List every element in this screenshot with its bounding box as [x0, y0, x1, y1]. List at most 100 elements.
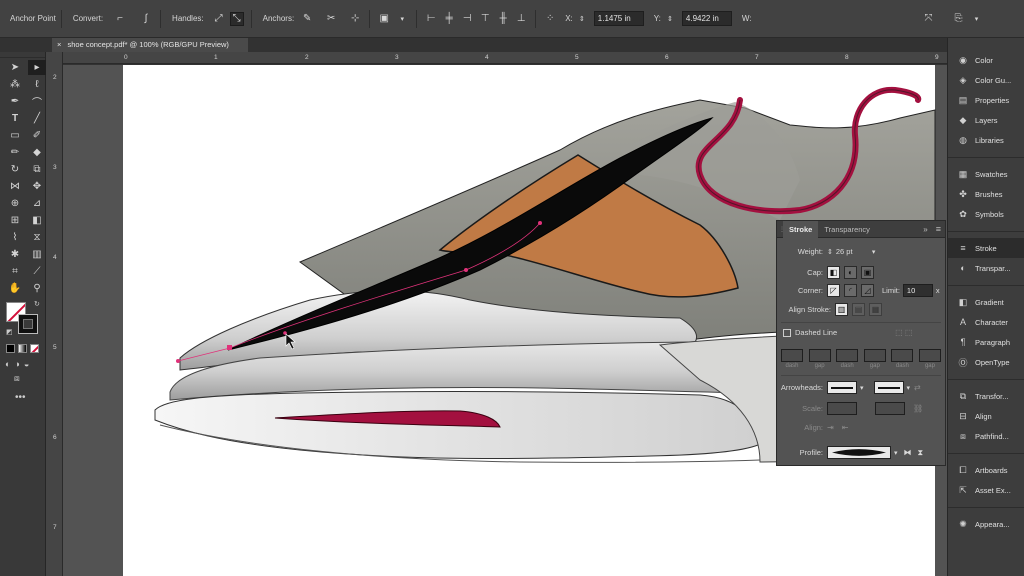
shape-builder-tool-icon[interactable]: ⊕ [6, 196, 24, 211]
align-left-icon[interactable]: ⊢ [424, 12, 438, 26]
show-handles-icon[interactable]: ⤢ [212, 12, 226, 26]
artboard-tool-icon[interactable]: ⌗ [6, 264, 24, 279]
dash-field-3[interactable] [891, 349, 914, 362]
cut-path-icon[interactable]: ✂ [324, 12, 338, 26]
chevron-down-icon[interactable]: ▾ [907, 384, 911, 392]
slice-tool-icon[interactable]: ⟋ [28, 264, 46, 279]
dock-color-guide[interactable]: ◈ Color Gu... [948, 70, 1024, 90]
round-cap-icon[interactable]: ◐ [844, 266, 857, 279]
lasso-tool-icon[interactable]: ℓ [28, 77, 46, 92]
none-mode-icon[interactable] [30, 344, 39, 353]
dock-character[interactable]: A Character [948, 312, 1024, 332]
anchor-point[interactable] [227, 345, 232, 350]
more-tools-icon[interactable]: ••• [15, 392, 26, 403]
round-join-icon[interactable]: ◜ [844, 284, 857, 297]
tab-transparency[interactable]: Transparency [818, 221, 876, 238]
anchor-point[interactable] [538, 221, 542, 225]
chevron-down-icon[interactable]: ▾ [970, 12, 984, 26]
pencil-tool-icon[interactable]: ✏ [6, 145, 24, 160]
gap-field-2[interactable] [863, 349, 886, 362]
curvature-tool-icon[interactable]: ⌒ [28, 94, 46, 109]
hand-tool-icon[interactable]: ✋ [6, 281, 24, 296]
panel-menu-icon[interactable]: ≡ [936, 224, 941, 234]
gap-field-3[interactable] [918, 349, 941, 362]
column-graph-tool-icon[interactable]: ▥ [28, 247, 46, 262]
flip-across-icon[interactable]: ⧗ [918, 448, 924, 458]
direct-selection-tool-icon[interactable]: ▸ [28, 60, 46, 75]
align-right-icon[interactable]: ⊣ [460, 12, 474, 26]
default-fill-stroke-icon[interactable]: ◩ [6, 328, 13, 336]
dock-transform[interactable]: ⧉ Transfor... [948, 386, 1024, 406]
swap-fill-stroke-icon[interactable]: ↻ [34, 300, 40, 308]
miter-join-icon[interactable]: ◸ [827, 284, 840, 297]
dock-appearance[interactable]: ✺ Appeara... [948, 514, 1024, 534]
chevron-down-icon[interactable]: ▾ [872, 248, 876, 256]
align-center-stroke-icon[interactable]: ▥ [835, 303, 848, 316]
free-transform-tool-icon[interactable]: ✥ [28, 179, 46, 194]
dash-align-icon[interactable]: ⬚ ⬚ [895, 328, 912, 337]
document-tab[interactable]: × shoe concept.pdf* @ 100% (RGB/GPU Prev… [52, 38, 248, 52]
isolate-icon[interactable]: ⎘ [952, 12, 966, 26]
dock-pathfinder[interactable]: ⧈ Pathfind... [948, 426, 1024, 446]
draw-normal-icon[interactable]: ◐ [5, 359, 10, 369]
chevron-down-icon[interactable]: ▾ [395, 12, 409, 26]
select-similar-icon[interactable]: ▣ [377, 12, 391, 26]
width-tool-icon[interactable]: ⋈ [6, 179, 24, 194]
gradient-mode-icon[interactable] [18, 344, 27, 353]
dock-paragraph[interactable]: ¶ Paragraph [948, 332, 1024, 352]
anchor-point[interactable] [464, 268, 468, 272]
x-field[interactable]: 1.1475 in [593, 11, 644, 26]
x-stepper-icon[interactable]: ⇕ [575, 12, 589, 26]
convert-corner-icon[interactable]: ⌐ [113, 12, 127, 26]
draw-inside-icon[interactable]: ◒ [24, 359, 29, 369]
pen-tool-icon[interactable]: ✒ [6, 94, 24, 109]
connect-endpoints-icon[interactable]: ⊹ [348, 12, 362, 26]
arrow-align-end-icon[interactable]: ⇤ [842, 423, 849, 432]
dock-opentype[interactable]: Ⓞ OpenType [948, 352, 1024, 372]
dock-layers[interactable]: ◆ Layers [948, 110, 1024, 130]
gap-field-1[interactable] [808, 349, 831, 362]
end-arrowhead-select[interactable] [873, 381, 904, 394]
dash-field-2[interactable] [836, 349, 859, 362]
projecting-cap-icon[interactable]: ▣ [861, 266, 874, 279]
perspective-grid-tool-icon[interactable]: ⊿ [28, 196, 46, 211]
dock-swatches[interactable]: ▦ Swatches [948, 164, 1024, 184]
dock-libraries[interactable]: ◍ Libraries [948, 130, 1024, 150]
dock-brushes[interactable]: ✤ Brushes [948, 184, 1024, 204]
stroke-swatch[interactable] [18, 314, 38, 334]
dock-symbols[interactable]: ✿ Symbols [948, 204, 1024, 224]
dock-align[interactable]: ⊟ Align [948, 406, 1024, 426]
rectangle-tool-icon[interactable]: ▭ [6, 128, 24, 143]
fill-stroke-widget[interactable]: ↻ ◩ [4, 300, 45, 342]
chevron-down-icon[interactable]: ▾ [894, 449, 898, 457]
limit-field[interactable]: 10 [902, 284, 933, 297]
transform-icon[interactable]: ⤧ [922, 12, 936, 26]
chevron-down-icon[interactable]: ▾ [860, 384, 864, 392]
convert-smooth-icon[interactable]: ∫ [139, 12, 153, 26]
align-top-icon[interactable]: ⊤ [478, 12, 492, 26]
swap-arrowheads-icon[interactable]: ⇄ [914, 383, 921, 392]
align-outside-stroke-icon[interactable]: ▦ [869, 303, 882, 316]
mesh-tool-icon[interactable]: ⊞ [6, 213, 24, 228]
align-bottom-icon[interactable]: ⊥ [514, 12, 528, 26]
dock-transparency[interactable]: ◐ Transpar... [948, 258, 1024, 278]
profile-select[interactable] [827, 446, 891, 459]
align-inside-stroke-icon[interactable]: ▤ [852, 303, 865, 316]
blend-tool-icon[interactable]: ⧖ [28, 230, 46, 245]
screen-mode-icon[interactable]: ⧈ [14, 373, 20, 383]
end-scale-field[interactable] [875, 402, 905, 415]
symbol-sprayer-tool-icon[interactable]: ✱ [6, 247, 24, 262]
align-middle-icon[interactable]: ╫ [496, 12, 510, 26]
close-tab-icon[interactable]: × [57, 40, 61, 49]
butt-cap-icon[interactable]: ◧ [827, 266, 840, 279]
horizontal-ruler[interactable]: 0 1 2 3 4 5 6 7 8 9 [63, 52, 978, 64]
y-field[interactable]: 4.9422 in [681, 11, 732, 26]
dock-color[interactable]: ◉ Color [948, 50, 1024, 70]
dock-artboards[interactable]: ⧠ Artboards [948, 460, 1024, 480]
bevel-join-icon[interactable]: ◿ [861, 284, 874, 297]
arrow-align-tip-icon[interactable]: ⇥ [827, 423, 834, 432]
gradient-tool-icon[interactable]: ◧ [28, 213, 46, 228]
scale-tool-icon[interactable]: ⧉ [28, 162, 46, 177]
type-tool-icon[interactable]: T [6, 111, 24, 126]
y-stepper-icon[interactable]: ⇕ [663, 12, 677, 26]
